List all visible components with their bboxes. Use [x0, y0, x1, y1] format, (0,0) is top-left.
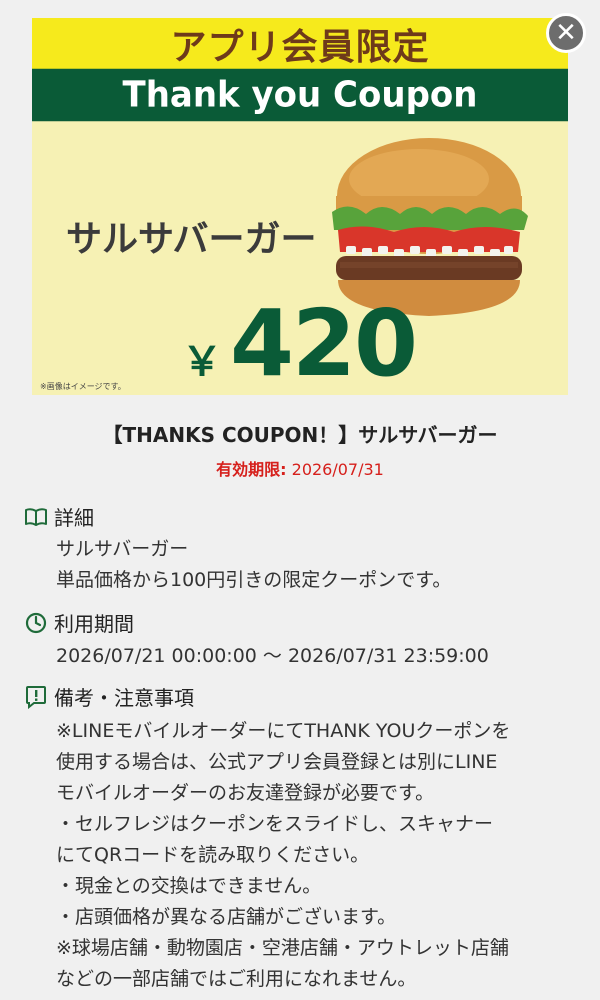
expiry-date: 2026/07/31 [286, 460, 384, 479]
banner-price: ￥ 420 [182, 290, 418, 395]
notes-line: などの一部店舗ではご利用になれません。 [56, 968, 417, 990]
coupon-banner-image: アプリ会員限定 Thank you Coupon サルサバーガー ￥ 420 ※… [32, 18, 568, 395]
banner-members-only: アプリ会員限定 [32, 18, 568, 70]
close-button[interactable]: ✕ [546, 13, 586, 53]
book-icon [24, 505, 48, 529]
price-value: 420 [230, 290, 418, 395]
notes-line: ※球場店舗・動物園店・空港店舗・アウトレット店舗 [56, 937, 509, 959]
notes-line: モバイルオーダーのお友達登録が必要です。 [56, 782, 435, 804]
alert-icon [24, 685, 48, 709]
notes-line: にてQRコードを読み取りください。 [56, 844, 370, 866]
currency-symbol: ￥ [182, 339, 222, 385]
notes-line: 使用する場合は、公式アプリ会員登録とは別にLINE [56, 751, 498, 773]
image-disclaimer: ※画像はイメージです。 [40, 382, 126, 391]
details-body: サルサバーガー 単品価格から100円引きの限定クーポンです。 [56, 534, 451, 596]
details-line: サルサバーガー [56, 538, 189, 560]
details-line: 単品価格から100円引きの限定クーポンです。 [56, 569, 452, 591]
period-heading-label: 利用期間 [54, 612, 134, 636]
notes-body: ※LINEモバイルオーダーにてTHANK YOUクーポンを 使用する場合は、公式… [56, 716, 510, 995]
notes-heading: 備考・注意事項 [24, 682, 194, 711]
period-value: 2026/07/21 00:00:00 〜 2026/07/31 23:59:0… [56, 645, 489, 667]
notes-line: ・店頭価格が異なる店舗がございます。 [56, 906, 397, 928]
banner-thank-you: Thank you Coupon [32, 68, 568, 122]
notes-line: ・現金との交換はできません。 [56, 875, 322, 897]
clock-icon [24, 611, 48, 635]
details-heading: 詳細 [24, 502, 94, 531]
notes-heading-label: 備考・注意事項 [54, 686, 194, 710]
coupon-title: 【THANKS COUPON！】サルサバーガー [102, 423, 498, 447]
period-heading: 利用期間 [24, 608, 134, 637]
details-heading-label: 詳細 [54, 506, 94, 530]
banner-product-name: サルサバーガー [66, 219, 317, 260]
notes-line: ※LINEモバイルオーダーにてTHANK YOUクーポンを [56, 720, 511, 742]
expiry-label: 有効期限: [216, 460, 287, 479]
close-icon: ✕ [555, 18, 577, 48]
coupon-expiry: 有効期限: 2026/07/31 [0, 456, 600, 480]
notes-line: ・セルフレジはクーポンをスライドし、スキャナー [56, 813, 494, 835]
